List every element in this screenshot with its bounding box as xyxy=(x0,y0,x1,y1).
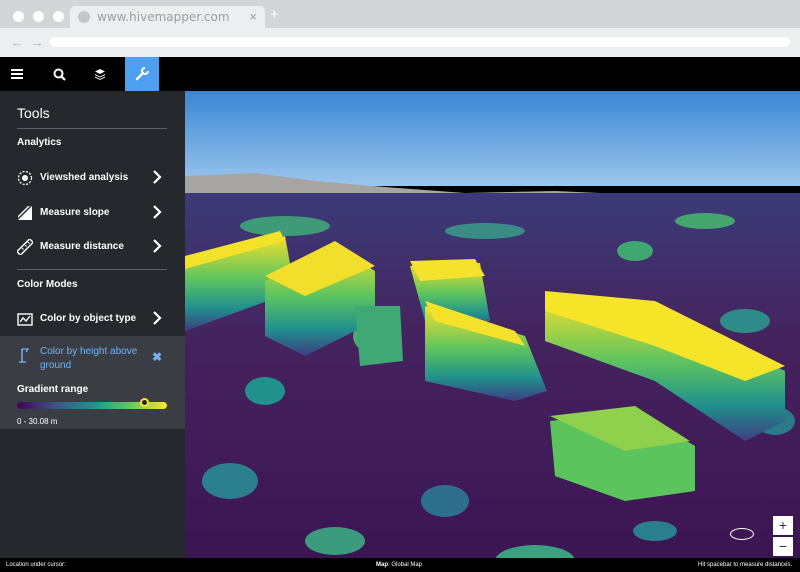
menu-icon xyxy=(11,69,23,79)
color-by-object-type-item[interactable]: Color by object type xyxy=(0,304,185,332)
measure-hint: Hit spacebar to measure distances. xyxy=(698,562,793,568)
search-button[interactable] xyxy=(42,57,76,91)
browser-tab[interactable]: www.hivemapper.com × xyxy=(70,6,265,28)
object-type-icon xyxy=(17,313,33,326)
analytics-heading: Analytics xyxy=(17,137,62,148)
gradient-range-value: 0 - 30.08 m xyxy=(17,417,58,426)
chevron-right-icon xyxy=(153,239,162,253)
zoom-out-button[interactable]: − xyxy=(773,537,793,556)
chevron-right-icon xyxy=(153,205,162,219)
compass-icon[interactable] xyxy=(730,528,754,540)
sidebar-item-label: Measure distance xyxy=(40,241,124,252)
wrench-icon xyxy=(135,67,149,81)
back-icon[interactable]: ← xyxy=(10,34,24,50)
measure-distance-item[interactable]: Measure distance xyxy=(0,232,185,260)
gradient-range-label: Gradient range xyxy=(17,384,89,395)
zoom-in-button[interactable]: + xyxy=(773,516,793,535)
address-bar[interactable] xyxy=(50,37,790,47)
chevron-right-icon xyxy=(153,311,162,325)
height-icon xyxy=(19,348,30,363)
app-toolbar xyxy=(0,57,800,91)
layers-icon xyxy=(95,69,105,80)
viewshed-analysis-item[interactable]: Viewshed analysis xyxy=(0,163,185,191)
forward-icon[interactable]: → xyxy=(30,34,44,50)
status-bar: Location under cursor: Map: Global Map H… xyxy=(0,558,800,572)
browser-navbar: ← → xyxy=(0,28,800,57)
sidebar-item-label: Color by object type xyxy=(40,313,137,324)
search-icon xyxy=(53,68,66,81)
color-modes-heading: Color Modes xyxy=(17,279,78,290)
chevron-right-icon xyxy=(153,170,162,184)
map-name-label: Map xyxy=(376,562,388,568)
new-tab-icon[interactable]: + xyxy=(270,6,279,23)
tab-url: www.hivemapper.com xyxy=(97,10,230,24)
sidebar-item-label: Viewshed analysis xyxy=(40,172,129,183)
window-maximize-dot[interactable] xyxy=(53,11,64,22)
favicon-icon xyxy=(78,11,90,23)
sky xyxy=(185,91,800,186)
divider xyxy=(17,269,167,270)
tab-close-icon[interactable]: × xyxy=(249,9,257,24)
tools-sidebar: Tools Analytics Viewshed analysis Measur… xyxy=(0,91,185,558)
point-cloud-render xyxy=(185,91,800,558)
active-mode-label[interactable]: Color by height above ground xyxy=(40,345,140,373)
ruler-icon xyxy=(17,239,33,255)
tools-button[interactable] xyxy=(125,57,159,91)
slope-icon xyxy=(18,206,32,220)
divider xyxy=(17,128,167,129)
map-name: Map: Global Map xyxy=(376,562,422,568)
window-minimize-dot[interactable] xyxy=(33,11,44,22)
color-by-height-panel: Color by height above ground ✖ Gradient … xyxy=(0,336,185,429)
map-3d-view[interactable]: + − xyxy=(185,91,800,558)
viewshed-icon xyxy=(17,170,33,186)
window-close-dot[interactable] xyxy=(13,11,24,22)
layers-button[interactable] xyxy=(83,57,117,91)
cursor-location-label: Location under cursor: xyxy=(6,562,66,568)
sidebar-item-label: Measure slope xyxy=(40,207,110,218)
map-name-value: : Global Map xyxy=(388,562,423,568)
gradient-slider-handle[interactable] xyxy=(140,398,149,407)
browser-chrome: www.hivemapper.com × + ← → xyxy=(0,0,800,57)
close-icon[interactable]: ✖ xyxy=(152,350,162,364)
menu-button[interactable] xyxy=(0,57,34,91)
measure-slope-item[interactable]: Measure slope xyxy=(0,198,185,226)
sidebar-title: Tools xyxy=(17,105,50,121)
